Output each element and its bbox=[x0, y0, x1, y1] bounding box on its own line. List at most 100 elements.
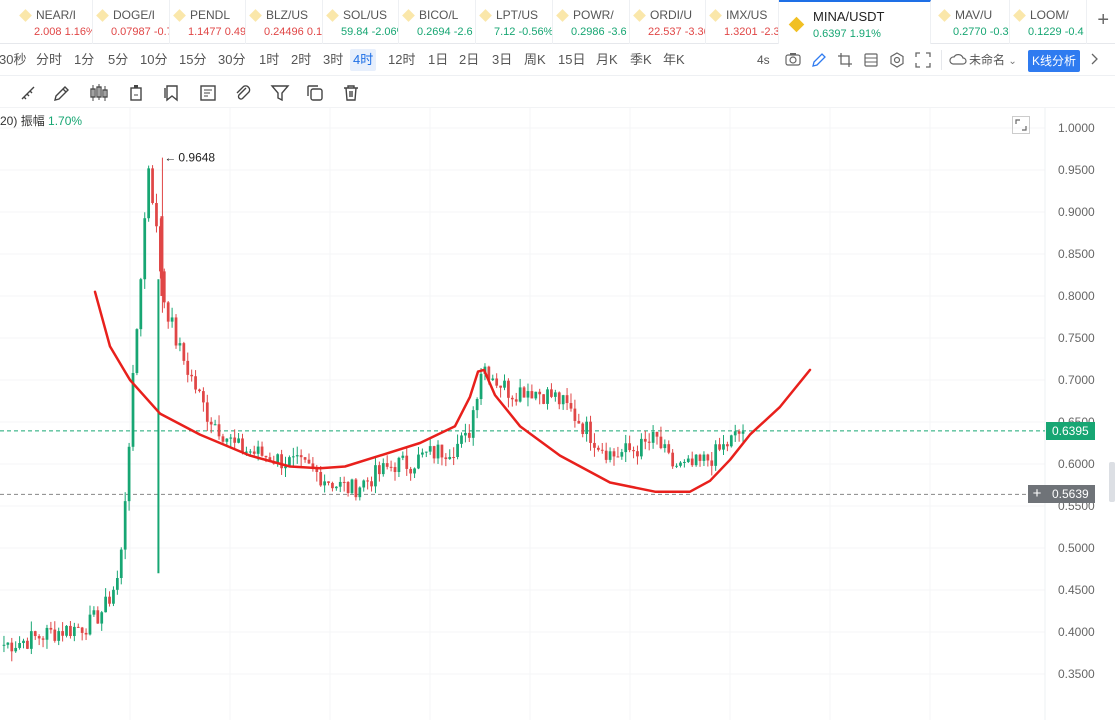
interval-button[interactable]: 3日 bbox=[489, 49, 515, 71]
ticker-tab[interactable]: MAV/U 0.2770 -0.3 bbox=[935, 0, 1010, 44]
candle bbox=[729, 434, 733, 448]
trash-icon[interactable] bbox=[341, 83, 361, 103]
ticker-tab[interactable]: POWR/0.2986 -3.6 bbox=[553, 0, 630, 44]
candle bbox=[96, 606, 100, 624]
interval-button[interactable]: 30分 bbox=[215, 49, 248, 71]
interval-button[interactable]: 分时 bbox=[33, 49, 65, 71]
candle bbox=[354, 477, 358, 501]
candle bbox=[174, 314, 178, 349]
interval-button[interactable]: 4时 bbox=[350, 49, 377, 71]
price-scale-scroll-handle[interactable] bbox=[1109, 462, 1115, 503]
layout-name-select[interactable]: 未命名 ⌄ bbox=[969, 50, 1017, 70]
candle bbox=[358, 486, 362, 501]
interval-button[interactable]: 季K bbox=[627, 49, 655, 71]
candle bbox=[413, 467, 416, 479]
add-tab-button[interactable]: + bbox=[1097, 10, 1109, 30]
price-axis[interactable]: 1.0000 0.9500 0.9000 0.8500 0.8000 0.7500 0.70… bbox=[1058, 121, 1095, 681]
refresh-interval-label[interactable]: 4s bbox=[757, 50, 770, 70]
interval-button[interactable]: 15日 bbox=[555, 49, 588, 71]
interval-button[interactable]: 2日 bbox=[456, 49, 482, 71]
ruler-icon[interactable] bbox=[18, 83, 38, 103]
kline-analysis-button[interactable]: K线分析 bbox=[1028, 50, 1080, 72]
y-tick-label: 0.8000 bbox=[1058, 289, 1095, 303]
interval-button[interactable]: 12时 bbox=[385, 49, 418, 71]
interval-button[interactable]: 年K bbox=[660, 49, 688, 71]
interval-button[interactable]: 周K bbox=[521, 49, 549, 71]
amplitude-label: 振幅 bbox=[20, 114, 45, 128]
copy-icon[interactable] bbox=[305, 83, 325, 103]
ticker-symbol: PENDL bbox=[190, 8, 231, 22]
interval-button[interactable]: 月K bbox=[593, 49, 621, 71]
ticker-tab[interactable]: NEAR/I 2.008 1.16% bbox=[16, 0, 93, 44]
crop-icon[interactable] bbox=[837, 52, 853, 72]
ticker-tab[interactable]: IMX/US 1.3201 -2.3 bbox=[706, 0, 779, 44]
candle bbox=[526, 383, 530, 407]
price-chart[interactable]: 1.0000 0.9500 0.9000 0.8500 0.8000 0.7500 0.70… bbox=[0, 108, 1115, 720]
paperclip-icon[interactable] bbox=[233, 83, 253, 103]
interval-button[interactable]: 5分 bbox=[105, 49, 131, 71]
candle bbox=[151, 165, 154, 205]
candle bbox=[41, 636, 45, 648]
candle bbox=[61, 622, 64, 642]
interval-button[interactable]: 30秒 bbox=[0, 49, 29, 71]
candle bbox=[452, 447, 456, 466]
candle bbox=[178, 337, 182, 352]
ticker-tab[interactable]: LPT/US 7.12 -0.56% bbox=[476, 0, 553, 44]
database-icon[interactable] bbox=[863, 52, 879, 72]
ticker-tab[interactable]: PENDL 1.1477 0.49 bbox=[170, 0, 246, 44]
candle bbox=[655, 431, 659, 445]
expand-icon[interactable] bbox=[1012, 116, 1030, 134]
ticker-tab[interactable]: BICO/L 0.2694 -2.6 bbox=[399, 0, 476, 44]
candle bbox=[280, 449, 283, 475]
ticker-tab[interactable]: DOGE/I 0.07987 -0.7 bbox=[93, 0, 170, 44]
interval-button[interactable]: 2时 bbox=[288, 49, 314, 71]
candles-icon[interactable] bbox=[89, 83, 109, 103]
ticker-tab[interactable]: BLZ/US 0.24496 0.1 bbox=[246, 0, 323, 44]
ticker-tab[interactable]: ORDI/U 22.537 -3.36 bbox=[630, 0, 706, 44]
interval-button[interactable]: 1时 bbox=[256, 49, 282, 71]
battery-icon[interactable] bbox=[126, 83, 146, 103]
toolbar-divider bbox=[941, 50, 945, 70]
settings-hex-icon[interactable] bbox=[889, 52, 905, 72]
interval-button[interactable]: 1日 bbox=[425, 49, 451, 71]
ticker-symbol: POWR/ bbox=[573, 8, 614, 22]
ticker-price: 59.84 bbox=[341, 26, 369, 38]
candle bbox=[620, 448, 624, 460]
ticker-tab[interactable]: SOL/US 59.84 -2.06% bbox=[323, 0, 399, 44]
pen-icon[interactable] bbox=[52, 83, 72, 103]
ticker-tab[interactable]: MINA/USDT 0.6397 1.91% bbox=[779, 0, 931, 44]
ticker-tab[interactable]: LOOM/0.1229 -0.4 bbox=[1010, 0, 1087, 44]
bookmark-icon[interactable] bbox=[162, 83, 182, 103]
edit-pen-icon[interactable] bbox=[811, 52, 827, 72]
exchange-diamond-icon bbox=[633, 9, 646, 22]
exchange-diamond-icon bbox=[402, 9, 415, 22]
ticker-quote: 7.12 -0.56% bbox=[494, 25, 552, 40]
camera-icon[interactable] bbox=[785, 52, 801, 72]
form-icon[interactable] bbox=[198, 83, 218, 103]
crosshair-plus-button[interactable]: + bbox=[1028, 485, 1046, 504]
interval-button[interactable]: 1分 bbox=[71, 49, 97, 71]
filter-icon[interactable] bbox=[270, 83, 290, 103]
fullscreen-icon[interactable] bbox=[915, 52, 931, 72]
candle bbox=[307, 453, 311, 465]
candle bbox=[593, 433, 596, 457]
candle bbox=[741, 424, 745, 443]
interval-button[interactable]: 15分 bbox=[176, 49, 209, 71]
candle bbox=[323, 474, 326, 493]
chart-legend: 20) 振幅 1.70% bbox=[0, 112, 82, 129]
ticker-quote: 22.537 -3.36 bbox=[648, 25, 705, 40]
ticker-quote: 0.24496 0.1 bbox=[264, 25, 322, 40]
candle bbox=[115, 570, 119, 595]
cloud-icon[interactable] bbox=[949, 52, 967, 72]
candle bbox=[370, 476, 373, 492]
ticker-symbol: NEAR/I bbox=[36, 8, 77, 22]
candle bbox=[522, 386, 526, 398]
chart-area[interactable]: 1.0000 0.9500 0.9000 0.8500 0.8000 0.7500 0.70… bbox=[0, 108, 1115, 720]
collapse-chevron-icon[interactable] bbox=[1089, 52, 1103, 72]
y-tick-label: 0.7500 bbox=[1058, 331, 1095, 345]
candle bbox=[393, 462, 397, 481]
candle bbox=[460, 432, 463, 448]
exchange-diamond-icon bbox=[938, 9, 951, 22]
interval-button[interactable]: 10分 bbox=[137, 49, 170, 71]
interval-button[interactable]: 3时 bbox=[320, 49, 346, 71]
